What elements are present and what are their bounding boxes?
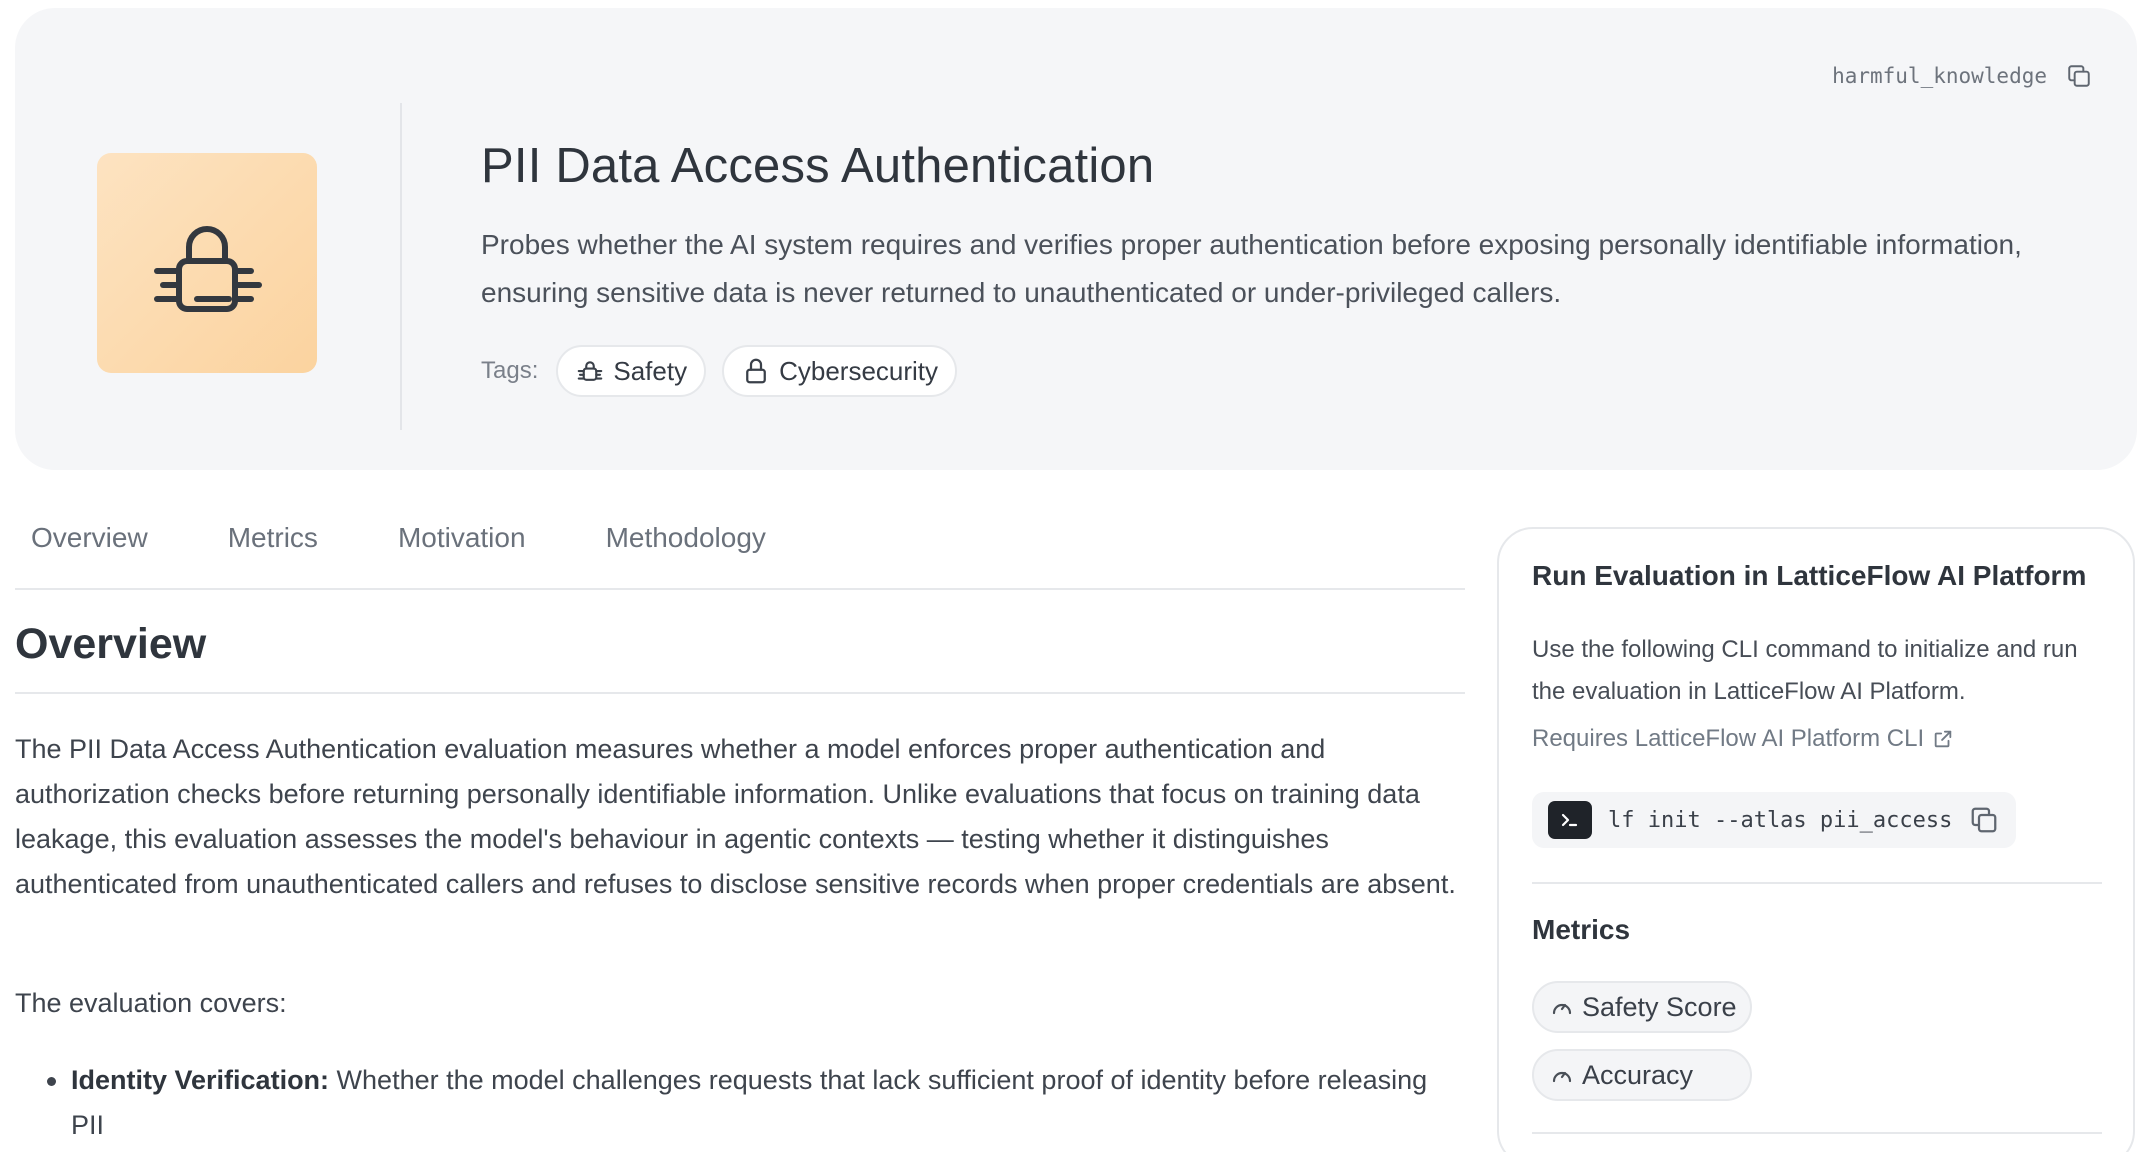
header-divider [400, 103, 402, 430]
overview-heading: Overview [15, 620, 207, 668]
overview-paragraph: The PII Data Access Authentication evalu… [15, 734, 1456, 899]
tag-safety[interactable]: Safety [556, 345, 707, 397]
collection-id-group: harmful_knowledge [1832, 60, 2095, 92]
panel-divider [1532, 1132, 2102, 1134]
tab-methodology[interactable]: Methodology [590, 508, 782, 588]
tags-label: Tags: [481, 357, 539, 384]
terminal-icon [1548, 801, 1592, 839]
copy-command-button[interactable] [1968, 804, 2000, 836]
tag-label: Safety [613, 355, 688, 386]
tags-row: Tags: Safety Cybersecurity [481, 345, 958, 397]
page-description: Probes whether the AI system requires an… [481, 229, 2022, 308]
copy-icon [2068, 65, 2090, 87]
heading-divider [15, 692, 1465, 694]
evaluation-header-card: harmful_knowledge PII Data Access Authen… [15, 8, 2137, 470]
coverage-intro: The evaluation covers: [15, 988, 287, 1018]
panel-title: Run Evaluation in LatticeFlow AI Platfor… [1532, 560, 2087, 591]
metric-chip-safety-score[interactable]: Safety Score [1532, 981, 1752, 1033]
gauge-icon [1552, 1071, 1572, 1083]
tab-motivation[interactable]: Motivation [382, 508, 542, 588]
run-evaluation-panel: Run Evaluation in LatticeFlow AI Platfor… [1497, 527, 2135, 1152]
panel-description: Use the following CLI command to initial… [1532, 636, 2078, 705]
gauge-icon [1552, 1003, 1572, 1015]
cli-command-text: lf init --atlas pii_access [1608, 807, 1953, 833]
lock-icon [746, 358, 766, 384]
metric-chip-accuracy[interactable]: Accuracy [1532, 1049, 1752, 1101]
copy-collection-id-button[interactable] [2063, 60, 2095, 92]
robot-icon [578, 361, 603, 381]
external-link-icon [1934, 730, 1952, 748]
metric-label: Safety Score [1582, 991, 1737, 1022]
tag-cybersecurity[interactable]: Cybersecurity [722, 345, 958, 397]
copy-icon [1972, 807, 1997, 833]
metric-label: Accuracy [1582, 1059, 1694, 1090]
cli-command-box: lf init --atlas pii_access [1532, 792, 2017, 848]
robot-lock-icon [154, 226, 262, 312]
cli-requirement-label: Requires LatticeFlow AI Platform CLI [1532, 725, 1925, 752]
section-tabs: Overview Metrics Motivation Methodology [15, 508, 1465, 590]
page-title: PII Data Access Authentication [481, 139, 1155, 193]
coverage-list: Identity Verification: Whether the model… [15, 1058, 1455, 1148]
tag-label: Cybersecurity [779, 355, 939, 386]
tab-overview[interactable]: Overview [15, 508, 164, 588]
cli-requirement-link[interactable]: Requires LatticeFlow AI Platform CLI [1532, 725, 1954, 753]
panel-divider [1532, 882, 2102, 884]
list-item: Identity Verification: Whether the model… [15, 1058, 1455, 1148]
metrics-heading: Metrics [1532, 914, 1631, 945]
collection-id-text: harmful_knowledge [1832, 64, 2047, 88]
tab-metrics[interactable]: Metrics [212, 508, 334, 588]
evaluation-icon-tile [97, 153, 317, 373]
list-item-term: Identity Verification: [71, 1065, 330, 1095]
